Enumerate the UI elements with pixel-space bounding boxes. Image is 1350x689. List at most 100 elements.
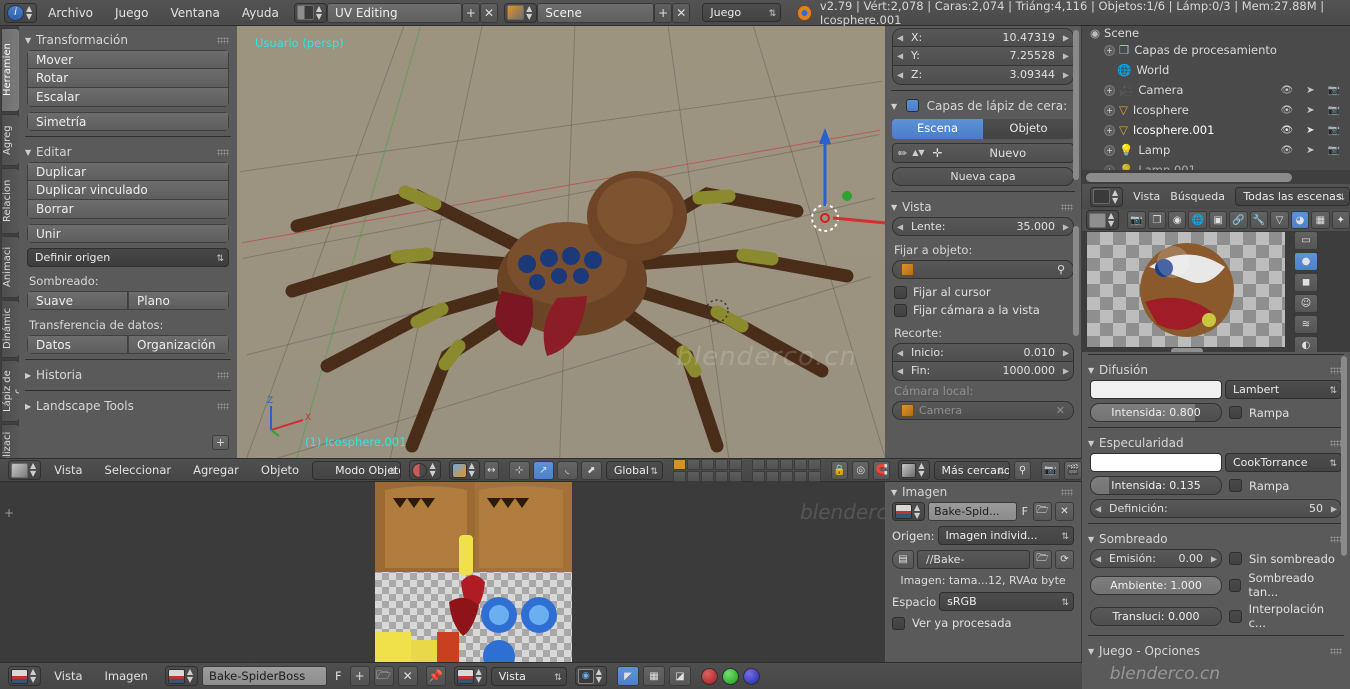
outliner-menu-vista[interactable]: Vista bbox=[1133, 190, 1160, 203]
panel-header-transformacion[interactable]: ▼ Transformación bbox=[19, 30, 237, 50]
increment-arrow-icon[interactable]: ▶ bbox=[1063, 29, 1069, 46]
transform-orientation-dropdown[interactable]: Global bbox=[605, 460, 664, 480]
preview-sphere-button[interactable]: ● bbox=[1294, 252, 1318, 271]
outliner-row-lamp[interactable]: + 💡 Lamp 👁 ➤ 📷 bbox=[1082, 140, 1350, 160]
menu-ventana[interactable]: Ventana bbox=[160, 6, 231, 20]
visibility-icon[interactable]: 👁 bbox=[1280, 125, 1293, 136]
reload-image-icon[interactable]: ⟳ bbox=[1055, 550, 1074, 569]
expand-icon[interactable]: + bbox=[1104, 44, 1115, 56]
colorspace-dropdown[interactable]: sRGB bbox=[939, 592, 1074, 611]
outliner-row-toggles[interactable]: 👁 ➤ 📷 bbox=[1280, 105, 1340, 116]
diffuse-ramp-checkbox[interactable] bbox=[1229, 406, 1242, 419]
view-menu-objeto[interactable]: Objeto bbox=[252, 463, 308, 477]
menu-juego[interactable]: Juego bbox=[104, 6, 160, 20]
menu-archivo[interactable]: Archivo bbox=[37, 6, 104, 20]
uv-mode-dropdown[interactable]: Vista bbox=[490, 666, 567, 686]
expand-icon[interactable]: + bbox=[1104, 84, 1115, 96]
tab-render[interactable]: 📷 bbox=[1127, 211, 1146, 229]
preview-flat-button[interactable]: ▭ bbox=[1294, 231, 1318, 250]
renderable-icon[interactable]: 📷 bbox=[1328, 125, 1340, 136]
pivot-selector[interactable]: ▲ ▼ bbox=[448, 460, 480, 480]
panel-header-sombreado[interactable]: ▼ Sombreado bbox=[1082, 529, 1350, 549]
snap-settings-icon[interactable]: ⚲ bbox=[1013, 460, 1032, 480]
editor-type-selector-3dview[interactable]: ▲ ▼ bbox=[8, 460, 42, 480]
transfer-layout-button[interactable]: Organización bbox=[128, 335, 229, 354]
tab-world[interactable]: 🌐 bbox=[1188, 211, 1207, 229]
tab-modifiers[interactable]: 🔧 bbox=[1249, 211, 1269, 229]
diffuse-shader-dropdown[interactable]: Lambert bbox=[1225, 380, 1342, 399]
browse-file-icon[interactable]: 🗁 bbox=[1033, 550, 1052, 569]
specular-shader-dropdown[interactable]: CookTorrance bbox=[1225, 453, 1342, 472]
add-layout-button[interactable]: + bbox=[461, 2, 480, 23]
view-as-render-row[interactable]: Ver ya procesada bbox=[892, 616, 1074, 630]
uv-new-image-button[interactable]: + bbox=[349, 666, 370, 686]
unlink-image-icon[interactable]: ✕ bbox=[1055, 502, 1074, 521]
scene-selector[interactable]: ▲ ▼ bbox=[504, 2, 538, 23]
panel-header-juego-opciones[interactable]: ▼ Juego - Opciones bbox=[1082, 641, 1350, 661]
uv-menu-imagen[interactable]: Imagen bbox=[96, 669, 157, 683]
tab-texture[interactable]: ▦ bbox=[1311, 211, 1330, 229]
shadeless-checkbox[interactable] bbox=[1229, 552, 1242, 565]
panel-header-difusion[interactable]: ▼ Difusión bbox=[1082, 360, 1350, 380]
decrement-arrow-icon[interactable]: ◀ bbox=[897, 344, 903, 361]
diffuse-color-swatch[interactable] bbox=[1090, 380, 1222, 399]
tab-dinamica[interactable]: Dinámic bbox=[1, 300, 20, 358]
viewport-shading-selector[interactable]: ▲ ▼ bbox=[409, 460, 441, 480]
location-y-field[interactable]: ◀ Y: 7.25528 ▶ bbox=[892, 47, 1074, 66]
gpencil-tab-objeto[interactable]: Objeto bbox=[983, 119, 1074, 139]
render-engine-dropdown[interactable]: Juego bbox=[702, 3, 782, 22]
panel-header-landscape-tools[interactable]: ▶ Landscape Tools bbox=[19, 396, 237, 416]
add-panel-icon[interactable]: + bbox=[212, 435, 229, 450]
preview-hair-button[interactable]: ≋ bbox=[1294, 315, 1318, 334]
channel-blue-icon[interactable] bbox=[742, 667, 760, 685]
preview-monkey-button[interactable]: ☺ bbox=[1294, 294, 1318, 313]
outliner-row-toggles[interactable]: 👁 ➤ 📷 bbox=[1280, 145, 1340, 156]
fake-user-label[interactable]: F bbox=[1020, 505, 1030, 518]
uv-open-image-button[interactable]: 🗁 bbox=[373, 666, 394, 686]
outliner-row-scene[interactable]: ◉ Scene bbox=[1082, 26, 1350, 40]
panel-header-imagen[interactable]: ▼ Imagen bbox=[885, 482, 1081, 502]
view-menu-agregar[interactable]: Agregar bbox=[184, 463, 248, 477]
uv-texture-image[interactable] bbox=[375, 482, 572, 662]
image-filepath-field[interactable]: //Bake-SpiderBos... bbox=[917, 550, 1030, 569]
panel-header-especularidad[interactable]: ▼ Especularidad bbox=[1082, 433, 1350, 453]
snap-magnet-icon[interactable]: 🧲 bbox=[873, 460, 891, 480]
increment-arrow-icon[interactable]: ▶ bbox=[1063, 218, 1069, 235]
uv-toolshelf-expand-icon[interactable]: + bbox=[4, 506, 14, 520]
decrement-arrow-icon[interactable]: ◀ bbox=[897, 48, 903, 65]
gpencil-tab-escena[interactable]: Escena bbox=[892, 119, 983, 139]
visibility-icon[interactable]: 👁 bbox=[1280, 105, 1293, 116]
manipulator-rotate-icon[interactable]: ◟ bbox=[556, 460, 578, 480]
snap-element-selector[interactable]: ▲ ▼ bbox=[898, 460, 930, 480]
uv-fake-user-label[interactable]: F bbox=[331, 669, 346, 683]
tab-lapiz-de-cera[interactable]: Lápiz de c bbox=[1, 360, 24, 422]
image-name-field[interactable]: Bake-Spid... bbox=[928, 502, 1017, 521]
mirror-button[interactable]: Simetría bbox=[27, 112, 229, 131]
scale-button[interactable]: Escalar bbox=[27, 88, 229, 107]
outliner-horizontal-scrollbar[interactable] bbox=[1082, 170, 1350, 184]
editor-type-selector-properties[interactable]: ▲ ▼ bbox=[1086, 210, 1120, 230]
tab-material[interactable]: ◕ bbox=[1290, 211, 1310, 229]
uv-image-name-field[interactable]: Bake-SpiderBoss bbox=[201, 666, 327, 686]
clip-start-field[interactable]: ◀ Inicio: 0.010 ▶ bbox=[892, 343, 1074, 362]
outliner-row-toggles[interactable]: 👁 ➤ 📷 bbox=[1280, 125, 1340, 136]
viewport-3d[interactable]: Z X Usuario (persp) (1) Icosphere.001 bl… bbox=[237, 26, 885, 458]
outliner-menu-busqueda[interactable]: Búsqueda bbox=[1170, 190, 1225, 203]
tab-agregar[interactable]: Agreg bbox=[1, 114, 20, 166]
shade-smooth-button[interactable]: Suave bbox=[27, 291, 128, 310]
outliner-row-toggles[interactable]: 👁 ➤ 📷 bbox=[1280, 85, 1340, 96]
selectable-icon[interactable]: ➤ bbox=[1306, 85, 1314, 96]
outliner-row-icosphere[interactable]: + ▽ Icosphere 👁 ➤ 📷 bbox=[1082, 100, 1350, 120]
diffuse-intensity-slider[interactable]: Intensida: 0.800 bbox=[1090, 403, 1222, 422]
expand-icon[interactable]: + bbox=[1104, 124, 1115, 136]
view-menu-vista[interactable]: Vista bbox=[45, 463, 91, 477]
tab-particles[interactable]: ✦ bbox=[1331, 211, 1350, 229]
increment-arrow-icon[interactable]: ▶ bbox=[1063, 48, 1069, 65]
visibility-icon[interactable]: 👁 bbox=[1280, 85, 1293, 96]
screen-layout-name[interactable]: UV Editing bbox=[327, 2, 462, 23]
lock-cursor-checkbox[interactable] bbox=[894, 285, 907, 299]
delete-layout-button[interactable]: ✕ bbox=[479, 2, 499, 23]
manipulator-scale-icon[interactable]: ⬈ bbox=[580, 460, 602, 480]
cubic-interpolation-checkbox[interactable] bbox=[1229, 609, 1242, 623]
selectable-icon[interactable]: ➤ bbox=[1306, 105, 1314, 116]
